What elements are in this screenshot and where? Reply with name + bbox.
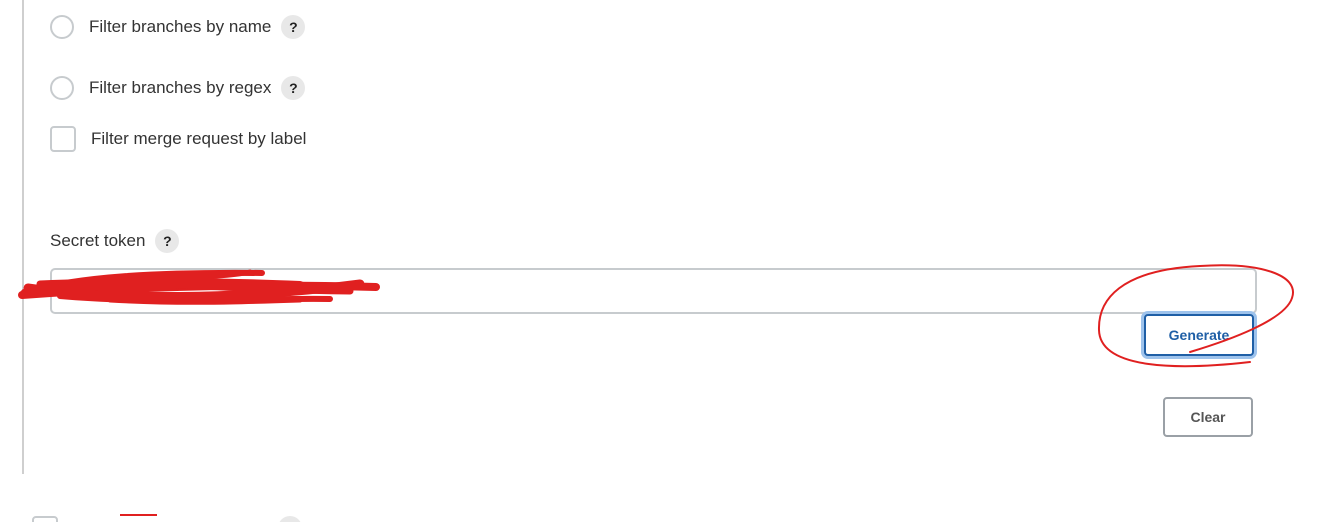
next-option-checkbox[interactable] — [32, 516, 58, 522]
next-option-help-icon[interactable] — [278, 516, 302, 522]
filter-by-regex-help-icon[interactable]: ? — [281, 76, 306, 100]
secret-token-help-icon[interactable]: ? — [155, 229, 180, 253]
filter-by-name-help-icon[interactable]: ? — [281, 15, 306, 39]
generate-button[interactable]: Generate — [1144, 314, 1254, 356]
secret-token-input[interactable] — [50, 268, 1257, 314]
clear-button[interactable]: Clear — [1163, 397, 1253, 437]
annotation-mark — [120, 514, 157, 516]
filter-by-regex-option[interactable]: Filter branches by regex ? — [50, 73, 306, 103]
filter-by-name-radio[interactable] — [50, 15, 74, 39]
filter-mr-by-label-option[interactable]: Filter merge request by label — [50, 124, 306, 154]
secret-token-label-row: Secret token ? — [50, 228, 180, 254]
section-divider — [22, 0, 24, 474]
filter-mr-by-label-checkbox[interactable] — [50, 126, 76, 152]
filter-by-regex-radio[interactable] — [50, 76, 74, 100]
filter-mr-by-label-label: Filter merge request by label — [91, 129, 307, 148]
filter-by-name-option[interactable]: Filter branches by name ? — [50, 12, 306, 42]
secret-token-label: Secret token — [50, 231, 146, 250]
gitlab-trigger-settings-panel: Filter branches by name ? Filter branche… — [0, 0, 1325, 522]
filter-by-regex-label: Filter branches by regex — [89, 78, 272, 97]
filter-by-name-label: Filter branches by name — [89, 17, 272, 36]
